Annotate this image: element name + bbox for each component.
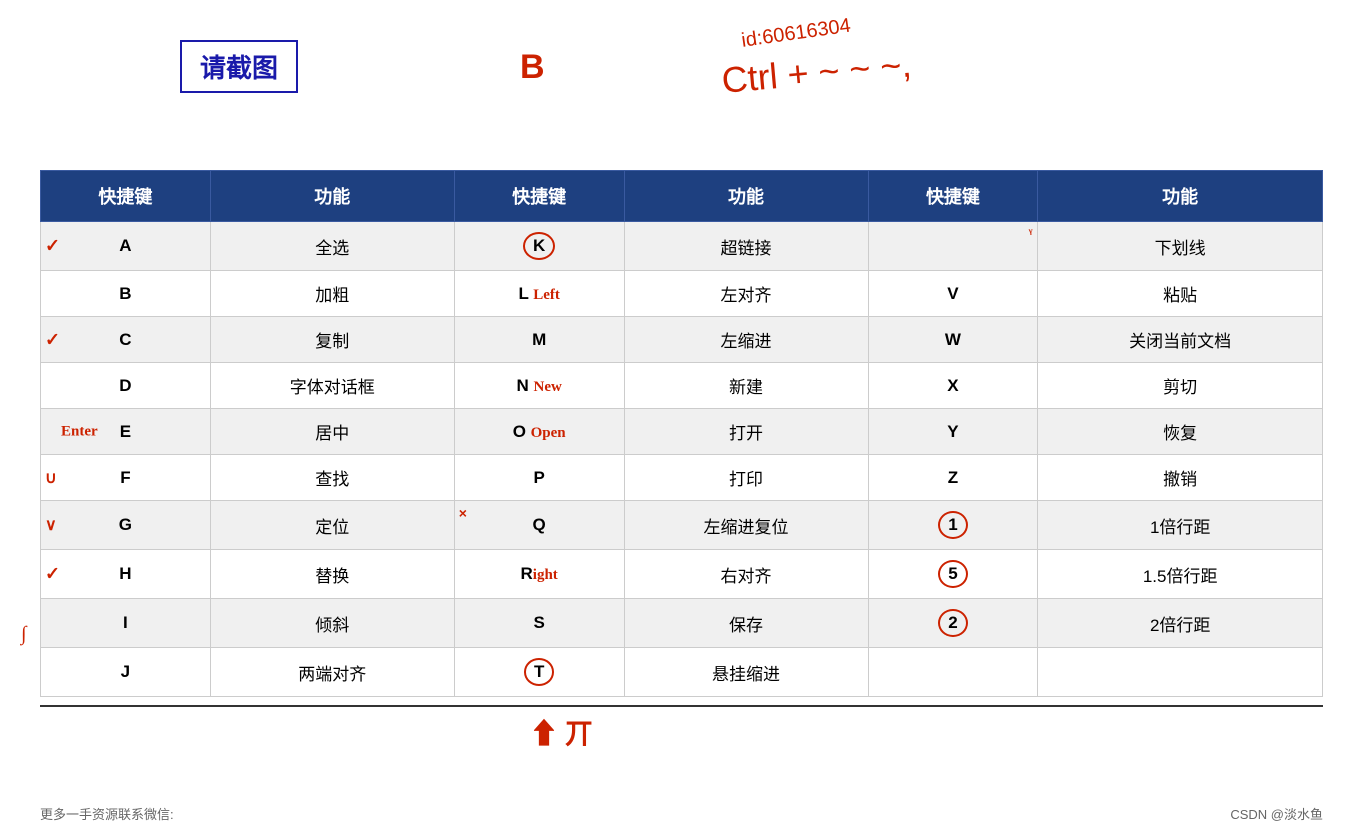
key-col-3: 5 <box>868 550 1038 599</box>
key-col-3: W <box>868 317 1038 363</box>
table-row: B加粗L Left左对齐V粘贴 <box>41 271 1323 317</box>
annotation-id: id:60616304 <box>740 15 852 53</box>
col-header-f2: 功能 <box>624 171 868 222</box>
key-col-2: O Open <box>454 409 624 455</box>
shortcut-table: 快捷键 功能 快捷键 功能 快捷键 功能 ✓A全选K超链接ᵞ下划线B加粗L Le… <box>40 170 1323 697</box>
func-col-3: 粘贴 <box>1038 271 1323 317</box>
key-col-2: N New <box>454 363 624 409</box>
table-header-row: 快捷键 功能 快捷键 功能 快捷键 功能 <box>41 171 1323 222</box>
func-col-1: 倾斜 <box>210 599 454 648</box>
func-col-2: 左缩进复位 <box>624 501 868 550</box>
key-col-2: S <box>454 599 624 648</box>
func-col-2: 悬挂缩进 <box>624 648 868 697</box>
bottom-right: CSDN @淡水鱼 <box>1230 804 1323 823</box>
table-row: ✓A全选K超链接ᵞ下划线 <box>41 222 1323 271</box>
key-col-1: ∫I <box>41 599 211 648</box>
table-row: D字体对话框N New新建X剪切 <box>41 363 1323 409</box>
func-col-1: 复制 <box>210 317 454 363</box>
col-header-k3: 快捷键 <box>868 171 1038 222</box>
func-col-3: 1.5倍行距 <box>1038 550 1323 599</box>
table-row: ∫I倾斜S保存22倍行距 <box>41 599 1323 648</box>
func-col-1: 定位 <box>210 501 454 550</box>
key-col-1: EnterE <box>41 409 211 455</box>
func-col-3: 下划线 <box>1038 222 1323 271</box>
key-col-1: B <box>41 271 211 317</box>
annotation-t-arrow: ⬆ 丌 <box>530 712 593 752</box>
func-col-3: 撤销 <box>1038 455 1323 501</box>
annotation-ctrl: Ctrl + ~ ~ ~, <box>720 43 913 101</box>
func-col-3: 恢复 <box>1038 409 1323 455</box>
func-col-2: 左缩进 <box>624 317 868 363</box>
key-col-3: V <box>868 271 1038 317</box>
key-col-1: ∨G <box>41 501 211 550</box>
func-col-1: 居中 <box>210 409 454 455</box>
table-row: ✓H替换Right右对齐51.5倍行距 <box>41 550 1323 599</box>
func-col-2: 打开 <box>624 409 868 455</box>
bottom-bar: 更多一手资源联系微信: CSDN @淡水鱼 <box>0 804 1363 823</box>
key-col-2: ×Q <box>454 501 624 550</box>
table-row: ∪F查找P打印Z撤销 <box>41 455 1323 501</box>
box-label: 请截图 <box>180 40 298 93</box>
top-annotations: 请截图 B id:60616304 Ctrl + ~ ~ ~, <box>40 20 1323 160</box>
key-col-1: D <box>41 363 211 409</box>
key-col-3: Z <box>868 455 1038 501</box>
func-col-3: 2倍行距 <box>1038 599 1323 648</box>
func-col-1: 加粗 <box>210 271 454 317</box>
table-row: EnterE居中O Open打开Y恢复 <box>41 409 1323 455</box>
func-col-2: 右对齐 <box>624 550 868 599</box>
key-col-1: ✓C <box>41 317 211 363</box>
func-col-2: 保存 <box>624 599 868 648</box>
func-col-1: 替换 <box>210 550 454 599</box>
key-col-2: T <box>454 648 624 697</box>
col-header-k2: 快捷键 <box>454 171 624 222</box>
col-header-f3: 功能 <box>1038 171 1323 222</box>
key-col-3: 2 <box>868 599 1038 648</box>
key-col-2: Right <box>454 550 624 599</box>
func-col-1: 两端对齐 <box>210 648 454 697</box>
func-col-2: 左对齐 <box>624 271 868 317</box>
key-col-3: Y <box>868 409 1038 455</box>
key-col-3: ᵞ <box>868 222 1038 271</box>
key-col-3: 1 <box>868 501 1038 550</box>
key-col-3: X <box>868 363 1038 409</box>
func-col-2: 新建 <box>624 363 868 409</box>
key-col-1: J <box>41 648 211 697</box>
annotation-b: B <box>520 48 545 87</box>
key-col-1: ✓A <box>41 222 211 271</box>
key-col-2: P <box>454 455 624 501</box>
table-row: ∨G定位×Q左缩进复位11倍行距 <box>41 501 1323 550</box>
below-table-area: ⬆ 丌 <box>40 707 1323 767</box>
func-col-3: 剪切 <box>1038 363 1323 409</box>
func-col-3 <box>1038 648 1323 697</box>
key-col-3 <box>868 648 1038 697</box>
key-col-2: K <box>454 222 624 271</box>
func-col-1: 字体对话框 <box>210 363 454 409</box>
func-col-2: 打印 <box>624 455 868 501</box>
table-row: ✓C复制M左缩进W关闭当前文档 <box>41 317 1323 363</box>
key-col-1: ✓H <box>41 550 211 599</box>
page-container: 请截图 B id:60616304 Ctrl + ~ ~ ~, 快捷键 功能 快… <box>0 0 1363 833</box>
bottom-left: 更多一手资源联系微信: <box>40 804 174 823</box>
key-col-1: ∪F <box>41 455 211 501</box>
func-col-1: 全选 <box>210 222 454 271</box>
func-col-2: 超链接 <box>624 222 868 271</box>
col-header-f1: 功能 <box>210 171 454 222</box>
table-row: J两端对齐T悬挂缩进 <box>41 648 1323 697</box>
func-col-3: 1倍行距 <box>1038 501 1323 550</box>
col-header-k1: 快捷键 <box>41 171 211 222</box>
key-col-2: M <box>454 317 624 363</box>
func-col-1: 查找 <box>210 455 454 501</box>
key-col-2: L Left <box>454 271 624 317</box>
func-col-3: 关闭当前文档 <box>1038 317 1323 363</box>
